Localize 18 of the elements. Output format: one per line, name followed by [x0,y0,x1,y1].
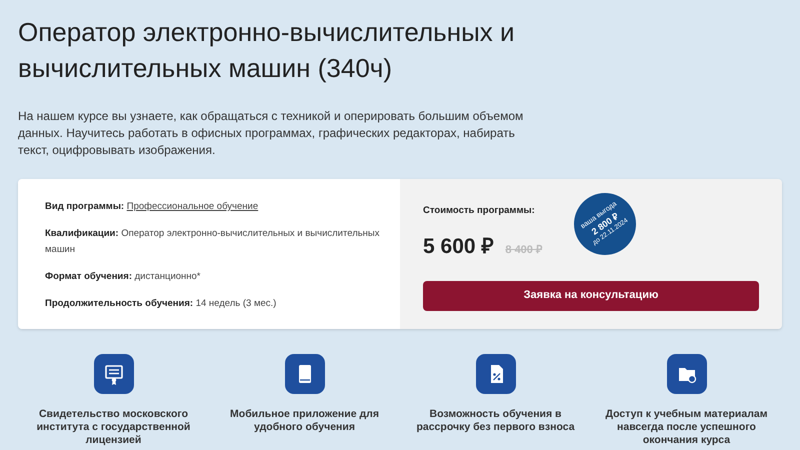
certificate-icon [94,354,134,394]
document-percent-icon [476,354,516,394]
program-detail: Формат обучения: дистанционно* [45,270,202,284]
feature-text: Возможность обучения в рассрочку без первого взноса [415,408,576,434]
consultation-button[interactable]: Заявка на консультацию [423,280,759,310]
feature-text: Доступ к учебным материалам навсегда после успешного окончания курса [604,408,768,447]
book-icon [284,354,324,394]
program-detail: Квалификации: Оператор электронно-вычислительных и вычислительных машин [45,227,381,257]
folder-icon [666,354,706,394]
program-type-link[interactable]: Профессиональное обучение [126,201,258,212]
program-detail: Продолжительность обучения: 14 недель (3 мес.) [45,297,278,311]
program-detail: Вид программы: Профессиональное обучение [45,200,260,214]
feature-text: Мобильное приложение для удобного обучения [229,408,380,434]
course-description: На нашем курсе вы узнаете, как обращаться с техникой и оперировать большим объемом данных. Научитесь работать в офисных программах, графических редакторах, набирать текст, оцифровывать изображения. [18,108,524,159]
feature-text: Свидетельство московского института с государственной лицензией [36,408,192,447]
price-label: Стоимость программы: [423,204,535,218]
current-price: 5 600 ₽ [423,234,494,260]
page-title: Оператор электронно-вычислительных и вычислительных машин (340ч) [18,16,516,85]
